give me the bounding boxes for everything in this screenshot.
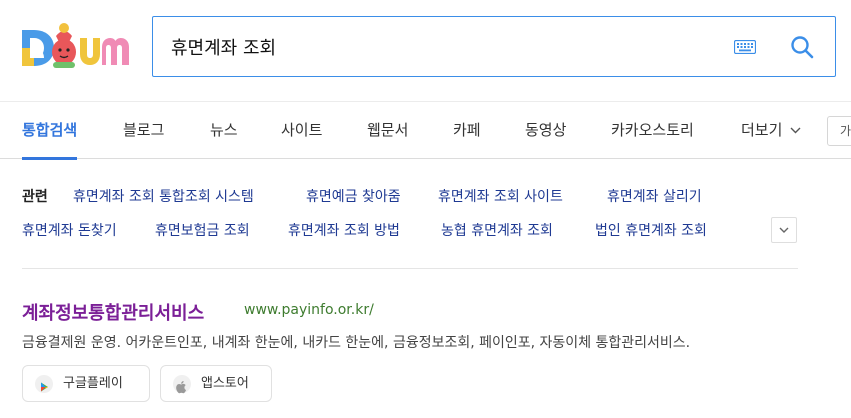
header: [0, 0, 851, 100]
chevron-down-icon: [790, 127, 801, 134]
app-store-button[interactable]: 앱스토어: [160, 365, 272, 402]
google-play-label: 구글플레이: [63, 376, 123, 391]
tab-web-documents[interactable]: 웹문서: [367, 102, 408, 159]
tab-site[interactable]: 사이트: [281, 102, 322, 159]
related-link[interactable]: 휴면예금 찾아줌: [306, 186, 401, 206]
related-link[interactable]: 휴면계좌 조회 사이트: [438, 186, 563, 206]
related-link[interactable]: 농협 휴면계좌 조회: [441, 220, 553, 240]
search-input[interactable]: [171, 30, 711, 64]
daum-logo[interactable]: [20, 18, 132, 74]
tab-kakaostory[interactable]: 카카오스토리: [611, 102, 694, 159]
search-icon[interactable]: [790, 35, 814, 59]
related-link[interactable]: 휴면계좌 조회 방법: [288, 220, 400, 240]
apple-icon: [173, 375, 191, 394]
tab-blog[interactable]: 블로그: [123, 102, 164, 159]
chevron-down-icon: [779, 227, 789, 233]
result-title-link[interactable]: 계좌정보통합관리서비스: [22, 299, 204, 325]
related-link[interactable]: 휴면계좌 살리기: [607, 186, 702, 206]
result-url-link[interactable]: www.payinfo.or.kr/: [244, 302, 374, 318]
related-expand-button[interactable]: [771, 217, 797, 243]
tab-news[interactable]: 뉴스: [210, 102, 238, 159]
tab-overflow-button[interactable]: 가: [827, 116, 851, 146]
google-play-button[interactable]: 구글플레이: [22, 365, 150, 402]
tab-cafe[interactable]: 카페: [453, 102, 481, 159]
related-link[interactable]: 법인 휴면계좌 조회: [595, 220, 707, 240]
app-store-label: 앱스토어: [201, 376, 249, 391]
related-link[interactable]: 휴면보험금 조회: [155, 220, 250, 240]
search-tabs: 통합검색 블로그 뉴스 사이트 웹문서 카페 동영상 카카오스토리 더보기 가: [0, 101, 851, 160]
tab-more-label: 더보기: [741, 121, 783, 139]
result-description: 금융결제원 운영. 어카운트인포, 내계좌 한눈에, 내카드 한눈에, 금융정보…: [22, 335, 691, 351]
tab-more[interactable]: 더보기: [741, 102, 801, 159]
keyboard-icon[interactable]: [734, 40, 756, 54]
related-link[interactable]: 휴면계좌 조회 통합조회 시스템: [73, 186, 254, 206]
divider: [22, 268, 798, 269]
tab-integrated[interactable]: 통합검색: [22, 102, 78, 160]
tab-video[interactable]: 동영상: [525, 102, 566, 159]
related-label: 관련: [22, 189, 48, 205]
google-play-icon: [35, 375, 53, 393]
search-box: [152, 16, 836, 77]
related-link[interactable]: 휴면계좌 돈찾기: [22, 220, 117, 240]
